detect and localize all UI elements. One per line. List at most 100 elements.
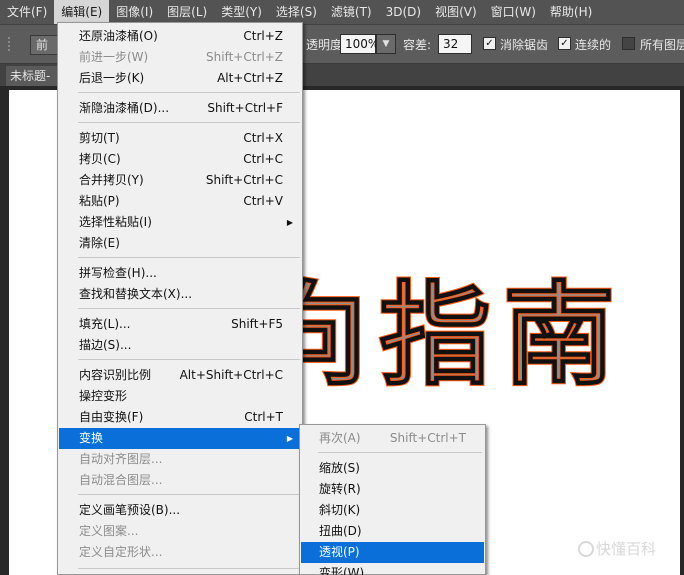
menu-item-label: 旋转(R) (319, 482, 361, 496)
menu-image[interactable]: 图像(I) (109, 0, 160, 24)
tolerance-label: 容差: (403, 38, 432, 52)
menu-item-label: 定义图案... (79, 524, 139, 538)
menu-item-copy[interactable]: 拷贝(C) Ctrl+C (59, 149, 301, 170)
submenu-arrow-icon: ▶ (286, 434, 293, 443)
watermark: 快懂百科 (577, 538, 656, 559)
menu-item-fade[interactable]: 渐隐油漆桶(D)... Shift+Ctrl+F (59, 98, 301, 119)
menu-item-step-forward[interactable]: 前进一步(W) Shift+Ctrl+Z (59, 47, 301, 68)
contiguous-checkbox[interactable]: ✓ (558, 37, 571, 50)
menu-separator (318, 452, 482, 453)
menu-item-shortcut: Shift+Ctrl+T (389, 431, 466, 445)
menu-item-label: 还原油漆桶(O) (79, 29, 158, 43)
submenu-item-perspective[interactable]: 透视(P) (301, 542, 484, 563)
menu-item-define-brush[interactable]: 定义画笔预设(B)... (59, 500, 301, 521)
menu-item-find-replace[interactable]: 查找和替换文本(X)... (59, 284, 301, 305)
menu-item-undo[interactable]: 还原油漆桶(O) Ctrl+Z (59, 26, 301, 47)
menu-filter[interactable]: 滤镜(T) (324, 0, 379, 24)
menu-item-label: 斜切(K) (319, 503, 361, 517)
menu-layer[interactable]: 图层(L) (160, 0, 214, 24)
menu-item-clear[interactable]: 清除(E) (59, 233, 301, 254)
menu-item-shortcut: Alt+Ctrl+Z (217, 71, 283, 85)
submenu-item-skew[interactable]: 斜切(K) (301, 500, 484, 521)
menu-separator (78, 122, 300, 123)
submenu-item-rotate[interactable]: 旋转(R) (301, 479, 484, 500)
menu-item-define-pattern[interactable]: 定义图案... (59, 521, 301, 542)
submenu-item-scale[interactable]: 缩放(S) (301, 458, 484, 479)
menu-item-free-transform[interactable]: 自由变换(F) Ctrl+T (59, 407, 301, 428)
watermark-logo-icon (577, 541, 594, 557)
menu-separator (78, 92, 300, 93)
menu-item-label: 后退一步(K) (79, 71, 145, 85)
menu-item-label: 清除(E) (79, 236, 120, 250)
fill-source-dropdown[interactable]: 前景 (30, 35, 60, 55)
menu-select[interactable]: 选择(S) (269, 0, 324, 24)
menu-item-puppet-warp[interactable]: 操控变形 (59, 386, 301, 407)
all-layers-checkbox[interactable] (622, 37, 635, 50)
watermark-text: 快懂百科 (595, 540, 656, 558)
menu-file[interactable]: 文件(F) (0, 0, 54, 24)
transform-submenu: 再次(A) Shift+Ctrl+T 缩放(S) 旋转(R) 斜切(K) 扭曲(D… (299, 424, 486, 575)
submenu-item-again[interactable]: 再次(A) Shift+Ctrl+T (301, 428, 484, 449)
menu-item-auto-align-layers[interactable]: 自动对齐图层... (59, 449, 301, 470)
menu-item-label: 渐隐油漆桶(D)... (79, 101, 170, 115)
menu-item-label: 拷贝(C) (79, 152, 121, 166)
menu-item-shortcut: Ctrl+V (243, 194, 283, 208)
menu-separator (78, 568, 300, 569)
menu-type[interactable]: 类型(Y) (214, 0, 269, 24)
menu-item-label: 描边(S)... (79, 338, 132, 352)
selection-marquee: 向指南 (255, 271, 627, 401)
menu-item-label: 粘贴(P) (79, 194, 120, 208)
menu-item-step-backward[interactable]: 后退一步(K) Alt+Ctrl+Z (59, 68, 301, 89)
menu-item-shortcut: Shift+Ctrl+Z (206, 50, 283, 64)
menu-item-label: 选择性粘贴(I) (79, 215, 152, 229)
menu-item-label: 定义自定形状... (79, 545, 163, 559)
menu-item-label: 再次(A) (319, 431, 361, 445)
menu-item-cut[interactable]: 剪切(T) Ctrl+X (59, 128, 301, 149)
menu-separator (78, 359, 300, 360)
contiguous-label: 连续的 (575, 38, 612, 52)
menu-item-label: 填充(L)... (79, 317, 131, 331)
all-layers-label: 所有图层 (640, 38, 684, 52)
menu-item-transform[interactable]: 变换 ▶ (59, 428, 301, 449)
menu-item-label: 透视(P) (319, 545, 360, 559)
antialias-label: 消除锯齿 (500, 38, 549, 52)
menu-edit[interactable]: 编辑(E) (54, 0, 110, 24)
menu-item-stroke[interactable]: 描边(S)... (59, 335, 301, 356)
menu-help[interactable]: 帮助(H) (543, 0, 599, 24)
menu-item-shortcut: Shift+Ctrl+F (207, 101, 283, 115)
opacity-dropdown-icon[interactable]: ▼ (376, 34, 396, 54)
menu-item-label: 自动对齐图层... (79, 452, 163, 466)
menu-separator (78, 494, 300, 495)
menu-view[interactable]: 视图(V) (428, 0, 484, 24)
submenu-item-distort[interactable]: 扭曲(D) (301, 521, 484, 542)
menu-item-label: 扭曲(D) (319, 524, 362, 538)
menu-item-label: 缩放(S) (319, 461, 360, 475)
menu-item-shortcut: Alt+Shift+Ctrl+C (179, 368, 283, 382)
menu-item-copy-merged[interactable]: 合并拷贝(Y) Shift+Ctrl+C (59, 170, 301, 191)
menu-item-shortcut: Ctrl+T (244, 410, 283, 424)
menu-item-label: 变形(W) (319, 566, 365, 575)
menu-window[interactable]: 窗口(W) (484, 0, 543, 24)
menu-item-define-custom-shape[interactable]: 定义自定形状... (59, 542, 301, 563)
menu-item-label: 操控变形 (79, 389, 128, 403)
menu-item-auto-blend-layers[interactable]: 自动混合图层... (59, 470, 301, 491)
tolerance-input[interactable]: 32 (438, 34, 472, 54)
options-grip-handle[interactable] (8, 37, 18, 51)
menu-bar: 文件(F) 编辑(E) 图像(I) 图层(L) 类型(Y) 选择(S) 滤镜(T… (0, 0, 684, 24)
menu-item-label: 前进一步(W) (79, 50, 149, 64)
opacity-input[interactable]: 100% (340, 34, 379, 54)
menu-item-paste-special[interactable]: 选择性粘贴(I) ▶ (59, 212, 301, 233)
menu-separator (78, 308, 300, 309)
menu-item-label: 变换 (79, 431, 104, 445)
menu-item-shortcut: Ctrl+C (243, 152, 283, 166)
menu-item-fill[interactable]: 填充(L)... Shift+F5 (59, 314, 301, 335)
menu-item-label: 剪切(T) (79, 131, 120, 145)
menu-item-paste[interactable]: 粘贴(P) Ctrl+V (59, 191, 301, 212)
menu-item-label: 拼写检查(H)... (79, 266, 157, 280)
submenu-item-warp[interactable]: 变形(W) (301, 563, 484, 575)
menu-item-label: 查找和替换文本(X)... (79, 287, 193, 301)
menu-item-spell-check[interactable]: 拼写检查(H)... (59, 263, 301, 284)
menu-item-content-aware-scale[interactable]: 内容识别比例 Alt+Shift+Ctrl+C (59, 365, 301, 386)
menu-3d[interactable]: 3D(D) (379, 0, 428, 24)
antialias-checkbox[interactable]: ✓ (483, 37, 496, 50)
